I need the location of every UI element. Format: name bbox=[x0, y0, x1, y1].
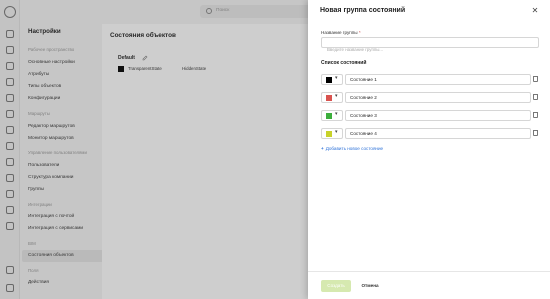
trash-icon[interactable] bbox=[533, 76, 538, 82]
group-name-label-text: Название группы bbox=[321, 30, 358, 35]
state-name-value: Состояние 4 bbox=[350, 131, 377, 136]
group-name-field[interactable] bbox=[321, 37, 539, 54]
group-name-input[interactable] bbox=[322, 45, 538, 54]
modal-footer: Создать Отмена bbox=[308, 271, 550, 299]
state-name-field[interactable]: Состояние 2 bbox=[345, 92, 531, 103]
state-row: ▾ Состояние 1 bbox=[321, 74, 539, 85]
color-picker-button[interactable]: ▾ bbox=[321, 128, 343, 139]
state-name-field[interactable]: Состояние 1 bbox=[345, 74, 531, 85]
plus-icon: + bbox=[321, 146, 324, 151]
state-row: ▾ Состояние 4 bbox=[321, 128, 539, 139]
state-list-title: Список состояний bbox=[321, 60, 367, 66]
state-row: ▾ Состояние 2 bbox=[321, 92, 539, 103]
state-name-value: Состояние 3 bbox=[350, 113, 377, 118]
close-icon[interactable]: ✕ bbox=[530, 6, 540, 16]
cancel-button[interactable]: Отмена bbox=[360, 280, 380, 292]
color-picker-button[interactable]: ▾ bbox=[321, 92, 343, 103]
add-state-link[interactable]: + Добавить новое состояние bbox=[321, 146, 383, 151]
chevron-down-icon: ▾ bbox=[335, 76, 338, 81]
trash-icon[interactable] bbox=[533, 94, 538, 100]
trash-icon[interactable] bbox=[533, 130, 538, 136]
chevron-down-icon: ▾ bbox=[335, 130, 338, 135]
state-name-field[interactable]: Состояние 4 bbox=[345, 128, 531, 139]
chevron-down-icon: ▾ bbox=[335, 112, 338, 117]
color-swatch bbox=[326, 113, 332, 119]
new-state-group-panel: Новая группа состояний ✕ Название группы… bbox=[308, 0, 550, 299]
modal-title: Новая группа состояний bbox=[320, 7, 406, 14]
state-row: ▾ Состояние 3 bbox=[321, 110, 539, 121]
color-picker-button[interactable]: ▾ bbox=[321, 74, 343, 85]
group-name-label: Название группы * bbox=[321, 30, 361, 35]
required-mark: * bbox=[358, 30, 361, 35]
color-swatch bbox=[326, 131, 332, 137]
state-name-field[interactable]: Состояние 3 bbox=[345, 110, 531, 121]
create-button[interactable]: Создать bbox=[321, 280, 351, 292]
color-swatch bbox=[326, 95, 332, 101]
chevron-down-icon: ▾ bbox=[335, 94, 338, 99]
color-swatch bbox=[326, 77, 332, 83]
trash-icon[interactable] bbox=[533, 112, 538, 118]
state-name-value: Состояние 1 bbox=[350, 77, 377, 82]
add-state-label: Добавить новое состояние bbox=[325, 146, 384, 151]
color-picker-button[interactable]: ▾ bbox=[321, 110, 343, 121]
state-name-value: Состояние 2 bbox=[350, 95, 377, 100]
